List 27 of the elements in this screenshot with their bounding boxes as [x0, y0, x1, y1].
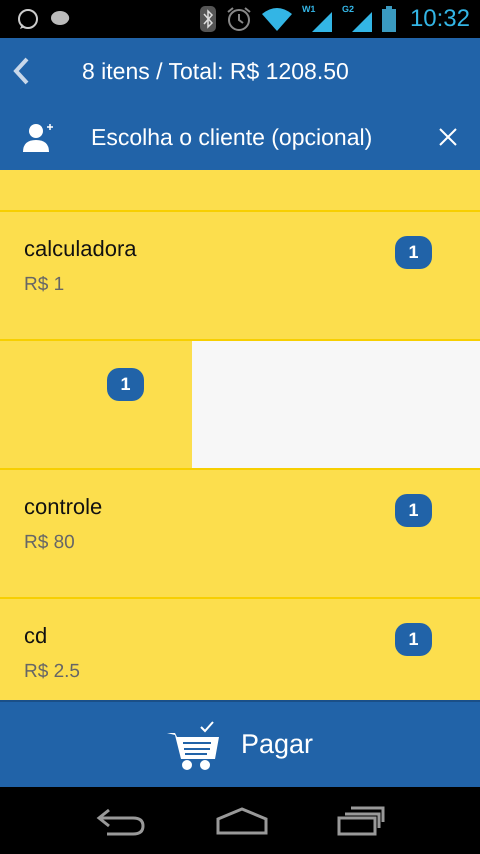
item-row[interactable]: 1 [0, 341, 480, 470]
bluetooth-icon [200, 6, 216, 32]
quantity-badge: 1 [395, 236, 432, 269]
quantity-badge: 1 [107, 368, 144, 401]
item-name: calculadora [24, 236, 138, 262]
item-price: R$ 1 [24, 274, 66, 296]
alarm-icon [226, 6, 252, 32]
wifi-icon [262, 7, 292, 31]
item-name: controle [24, 494, 104, 520]
chat-icon [16, 7, 40, 31]
header-title: 8 itens / Total: R$ 1208.50 [82, 58, 349, 84]
network-label: G2 [342, 4, 354, 14]
network-label: W1 [302, 4, 316, 14]
item-price: R$ 80 [24, 532, 76, 554]
home-icon[interactable] [216, 806, 268, 834]
back-icon[interactable] [12, 56, 30, 86]
pay-button[interactable]: Pagar [0, 700, 480, 787]
clock-time: 10:32 [410, 5, 470, 33]
close-icon[interactable] [438, 127, 458, 147]
cart-icon [166, 718, 221, 770]
quantity-badge: 1 [395, 623, 432, 656]
add-person-icon[interactable] [22, 122, 54, 152]
item-name: cd [24, 623, 48, 649]
quantity-badge: 1 [395, 494, 432, 527]
battery-icon [382, 6, 396, 32]
item-price: R$ 2.5 [24, 661, 81, 683]
recent-apps-icon[interactable] [337, 806, 386, 836]
